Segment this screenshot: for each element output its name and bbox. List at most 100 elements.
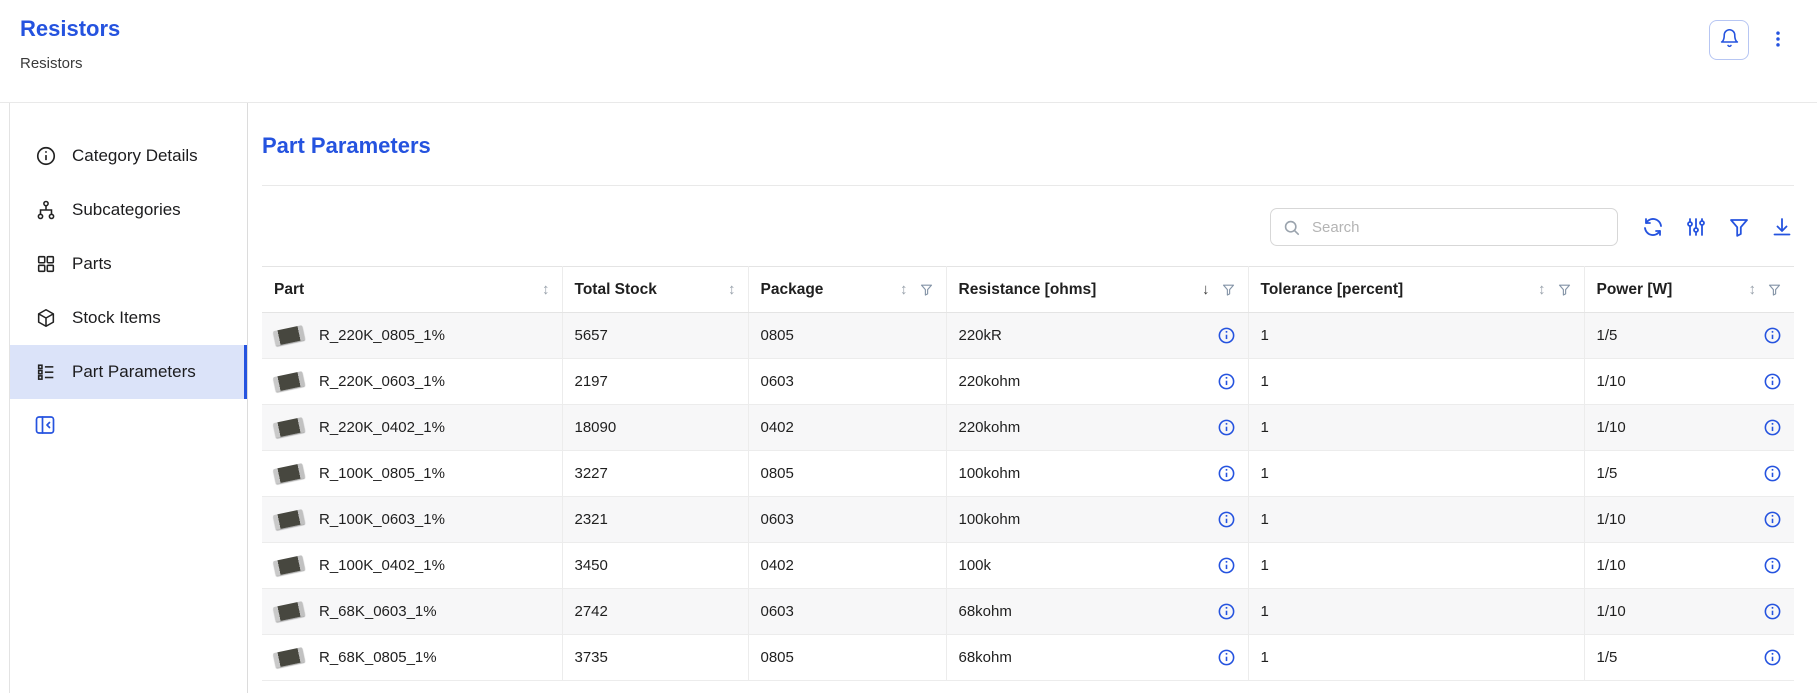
total-stock-value: 5657 [562,313,748,359]
table-row[interactable]: R_100K_0402_1% 3450 0402 100k 1 1/10 [262,543,1794,589]
part-name: R_100K_0805_1% [319,465,445,482]
part-parameters-table: Part ↕ Total Stock ↕ Package ↕ Resistanc… [262,266,1794,681]
column-label: Package [761,281,824,299]
header-titles: Resistors Resistors [20,16,120,72]
resistance-info-button[interactable] [1217,602,1236,621]
sidebar-item-category-details[interactable]: Category Details [10,129,247,183]
column-header-tolerance-percent[interactable]: Tolerance [percent] ↕ [1248,267,1584,313]
info-icon [1217,418,1236,437]
column-label: Tolerance [percent] [1261,281,1404,299]
resistance-value: 100k [959,557,992,574]
info-icon [1217,602,1236,621]
adjustments-icon [1684,215,1708,239]
column-filter-icon[interactable] [1221,282,1236,297]
power-info-button[interactable] [1763,418,1782,437]
filter-button[interactable] [1727,215,1751,239]
sidebar-item-part-parameters[interactable]: Part Parameters [10,345,247,399]
sort-icon[interactable]: ↕ [1749,281,1757,298]
total-stock-value: 3735 [562,635,748,681]
sort-icon[interactable]: ↕ [900,281,908,298]
power-value: 1/10 [1597,373,1626,390]
table-row[interactable]: R_68K_0805_1% 3735 0805 68kohm 1 1/5 [262,635,1794,681]
list-details-icon [35,361,57,383]
part-thumbnail [273,601,305,622]
column-filter-icon[interactable] [1557,282,1572,297]
column-filter-icon[interactable] [919,282,934,297]
notifications-button[interactable] [1709,20,1749,60]
power-value: 1/10 [1597,557,1626,574]
sidebar-item-subcategories[interactable]: Subcategories [10,183,247,237]
power-value: 1/10 [1597,419,1626,436]
part-thumbnail [273,463,305,484]
kebab-menu-icon [1768,29,1788,52]
resistance-value: 100kohm [959,465,1021,482]
kebab-menu-button[interactable] [1765,20,1791,60]
resistance-info-button[interactable] [1217,464,1236,483]
info-icon [1217,372,1236,391]
column-settings-button[interactable] [1684,215,1708,239]
table-row[interactable]: R_220K_0402_1% 18090 0402 220kohm 1 1/10 [262,405,1794,451]
resistance-info-button[interactable] [1217,556,1236,575]
sidebar-item-label: Stock Items [72,308,161,328]
power-info-button[interactable] [1763,326,1782,345]
table-row[interactable]: R_68K_0603_1% 2742 0603 68kohm 1 1/10 [262,589,1794,635]
stock-box-icon [35,307,57,329]
tolerance-value: 1 [1248,313,1584,359]
column-header-total-stock[interactable]: Total Stock ↕ [562,267,748,313]
resistance-info-button[interactable] [1217,418,1236,437]
download-icon [1770,215,1794,239]
sort-icon[interactable]: ↕ [1538,281,1546,298]
table-row[interactable]: R_220K_0805_1% 5657 0805 220kR 1 1/5 [262,313,1794,359]
refresh-button[interactable] [1641,215,1665,239]
search-box[interactable] [1270,208,1618,246]
breadcrumb[interactable]: Resistors [20,55,120,72]
hierarchy-icon [35,199,57,221]
export-button[interactable] [1770,215,1794,239]
table-row[interactable]: R_100K_0603_1% 2321 0603 100kohm 1 1/10 [262,497,1794,543]
resistance-value: 220kR [959,327,1002,344]
resistance-info-button[interactable] [1217,326,1236,345]
column-label: Resistance [ohms] [959,281,1097,299]
tolerance-value: 1 [1248,359,1584,405]
sidebar-items: Category Details Subcategories Parts Sto… [10,129,247,399]
table-row[interactable]: R_100K_0805_1% 3227 0805 100kohm 1 1/5 [262,451,1794,497]
total-stock-value: 3450 [562,543,748,589]
info-icon [1763,418,1782,437]
resistance-info-button[interactable] [1217,648,1236,667]
power-value: 1/5 [1597,649,1618,666]
resistance-info-button[interactable] [1217,372,1236,391]
sidebar-item-label: Parts [72,254,112,274]
table-row[interactable]: R_220K_0603_1% 2197 0603 220kohm 1 1/10 [262,359,1794,405]
column-filter-icon[interactable] [1767,282,1782,297]
power-info-button[interactable] [1763,602,1782,621]
power-info-button[interactable] [1763,372,1782,391]
tolerance-value: 1 [1248,589,1584,635]
sidebar-item-stock-items[interactable]: Stock Items [10,291,247,345]
column-header-resistance-ohms[interactable]: Resistance [ohms] ↓ [946,267,1248,313]
search-input[interactable] [1310,218,1606,237]
power-info-button[interactable] [1763,510,1782,529]
column-header-power-w[interactable]: Power [W] ↕ [1584,267,1794,313]
collapse-sidebar-button[interactable] [33,413,59,439]
power-info-button[interactable] [1763,464,1782,483]
power-info-button[interactable] [1763,648,1782,667]
package-value: 0603 [748,497,946,543]
tolerance-value: 1 [1248,405,1584,451]
sort-desc-icon[interactable]: ↓ [1202,281,1210,298]
table-header-row: Part ↕ Total Stock ↕ Package ↕ Resistanc… [262,267,1794,313]
column-header-part[interactable]: Part ↕ [262,267,562,313]
part-name: R_100K_0402_1% [319,557,445,574]
resistance-info-button[interactable] [1217,510,1236,529]
tolerance-value: 1 [1248,497,1584,543]
column-label: Total Stock [575,281,657,299]
power-value: 1/10 [1597,511,1626,528]
sort-icon[interactable]: ↕ [728,281,736,298]
tolerance-value: 1 [1248,543,1584,589]
column-header-package[interactable]: Package ↕ [748,267,946,313]
resistance-value: 68kohm [959,649,1012,666]
sidebar-item-parts[interactable]: Parts [10,237,247,291]
resistance-value: 100kohm [959,511,1021,528]
power-info-button[interactable] [1763,556,1782,575]
sort-icon[interactable]: ↕ [542,281,550,298]
search-icon [1282,218,1301,237]
